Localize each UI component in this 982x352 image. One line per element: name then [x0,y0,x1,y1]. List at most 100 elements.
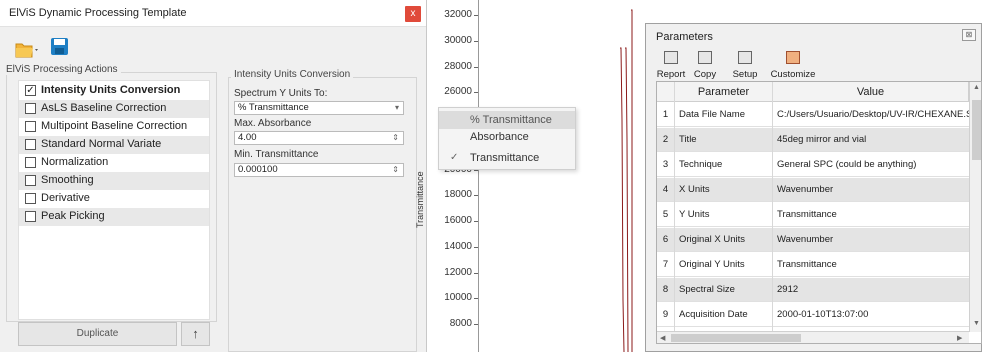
scroll-down-icon[interactable]: ▼ [973,320,980,327]
table-row[interactable]: 1 Data File Name C:/Users/Usuario/Desktop/… [657,103,981,127]
action-label: Normalization [41,156,109,168]
close-icon[interactable]: ⊠ [962,29,976,41]
table-row[interactable]: 5 Y Units Transmittance [657,203,969,227]
table-row[interactable]: 4 X Units Wavenumber [657,178,969,202]
action-label: AsLS Baseline Correction [41,102,167,114]
scroll-thumb[interactable] [972,100,981,160]
y-tick-label: 8000 [449,318,472,329]
save-icon[interactable] [50,37,70,57]
setup-button[interactable]: Setup [728,51,762,83]
duplicate-button[interactable]: Duplicate [18,322,177,346]
actions-list: ✓ Intensity Units Conversion AsLS Baseli… [18,80,210,320]
scroll-right-icon[interactable]: ▶ [957,334,962,342]
scroll-left-icon[interactable]: ◀ [660,334,665,342]
close-button[interactable]: x [405,6,421,22]
checkbox-icon[interactable] [25,103,36,114]
parameter-column-header[interactable]: Parameter [675,82,773,102]
spin-arrows-icon[interactable]: ⇕ [392,164,399,176]
action-label: Multipoint Baseline Correction [41,120,188,132]
y-tick-label: 30000 [444,34,472,46]
row-number: 9 [662,309,669,320]
action-label: Intensity Units Conversion [41,84,181,96]
customize-button[interactable]: Customize [768,51,818,83]
checkbox-icon[interactable] [25,175,36,186]
action-label: Standard Normal Variate [41,138,162,150]
scroll-thumb[interactable] [671,334,801,342]
action-item-intensity-units[interactable]: ✓ Intensity Units Conversion [19,82,209,100]
open-folder-icon[interactable] [15,40,41,60]
dropdown-option-percent-transmittance[interactable]: % Transmittance [439,111,575,129]
max-absorbance-label: Max. Absorbance [234,118,312,129]
value-column-header[interactable]: Value [773,82,969,102]
table-row[interactable]: 7 Original Y Units Transmittance [657,253,969,277]
parameter-value: 2912 [777,284,799,295]
spectrum-units-label: Spectrum Y Units To: [234,88,328,99]
setup-icon [738,51,752,64]
row-number: 7 [662,259,669,270]
max-absorbance-spinbox[interactable]: 4.00 ⇕ [234,131,404,145]
action-item-peak-picking[interactable]: Peak Picking [19,208,209,226]
parameter-name: Technique [679,159,723,170]
spin-arrows-icon[interactable]: ⇕ [392,132,399,144]
parameter-value: 45deg mirror and vial [777,134,867,145]
report-button[interactable]: Report [656,51,686,83]
table-row[interactable]: 2 Title 45deg mirror and vial [657,128,969,152]
action-item-derivative[interactable]: Derivative [19,190,209,208]
scroll-up-icon[interactable]: ▲ [973,84,980,91]
y-axis-label: Transmittance [415,171,425,228]
y-tick-label: 32000 [444,9,472,20]
action-label: Derivative [41,192,90,204]
table-row[interactable]: 3 Technique General SPC (could be anything… [657,153,969,177]
copy-button[interactable]: Copy [686,51,724,83]
action-item-snv[interactable]: Standard Normal Variate [19,136,209,154]
y-tick-mark [474,221,478,222]
table-row[interactable]: 9 Acquisition Date 2000-01-10T13:07:00 [657,303,969,327]
parameter-value: Transmittance [777,259,837,270]
action-item-multipoint[interactable]: Multipoint Baseline Correction [19,118,209,136]
parameter-name: Spectral Size [679,284,735,295]
parameter-value: 2000-01-10T13:07:00 [777,309,869,320]
parameter-name: Original X Units [679,234,745,245]
parameter-value: C:/Users/Usuario/Desktop/UV-IR/CHEXANE.S… [777,109,982,120]
spectrum-units-select[interactable]: % Transmittance ▾ [234,101,404,115]
parameter-name: Title [679,134,697,145]
vertical-scrollbar[interactable]: ▲ ▼ [969,82,981,332]
processing-template-dialog: ElViS Dynamic Processing Template x ElVi… [0,0,427,352]
dropdown-option-transmittance[interactable]: ✓ Transmittance [439,149,575,167]
parameter-name: Acquisition Date [679,309,748,320]
y-tick-label: 28000 [444,60,472,72]
row-number-header [657,82,675,102]
column-separator [772,82,773,343]
parameter-value: Wavenumber [777,234,834,245]
checkbox-icon[interactable] [25,211,36,222]
y-tick-mark [474,272,478,274]
parameters-table: Parameter Value 1 Data File Name C:/Users/… [656,81,982,344]
checkbox-icon[interactable] [25,121,36,132]
duplicate-label: Duplicate [76,328,119,339]
min-transmittance-spinbox[interactable]: 0.000100 ⇕ [234,163,404,177]
y-tick-mark [474,66,478,68]
row-number: 8 [662,284,669,295]
y-tick-mark [474,92,478,94]
y-tick-label: 14000 [444,240,472,252]
checkbox-checked-icon[interactable]: ✓ [25,85,36,96]
action-item-smoothing[interactable]: Smoothing [19,172,209,190]
row-number: 2 [662,134,669,145]
table-row[interactable]: 8 Spectral Size 2912 [657,278,969,302]
y-tick-label: 26000 [444,86,472,98]
move-up-button[interactable]: ↑ [181,322,210,346]
checkbox-icon[interactable] [25,157,36,168]
table-row[interactable]: 6 Original X Units Wavenumber [657,228,969,252]
checkbox-icon[interactable] [25,193,36,204]
parameter-value: General SPC (could be anything) [777,159,917,170]
parameter-value: Transmittance [777,209,837,220]
checkbox-icon[interactable] [25,139,36,150]
spectrum-units-value: % Transmittance [238,102,309,113]
dropdown-option-absorbance[interactable]: Absorbance [439,128,575,146]
horizontal-scrollbar[interactable]: ◀ ▶ [657,331,969,343]
parameter-name: Original Y Units [679,259,745,270]
customize-label: Customize [770,69,816,80]
action-item-asls[interactable]: AsLS Baseline Correction [19,100,209,118]
action-item-normalization[interactable]: Normalization [19,154,209,172]
report-label: Report [656,69,686,80]
